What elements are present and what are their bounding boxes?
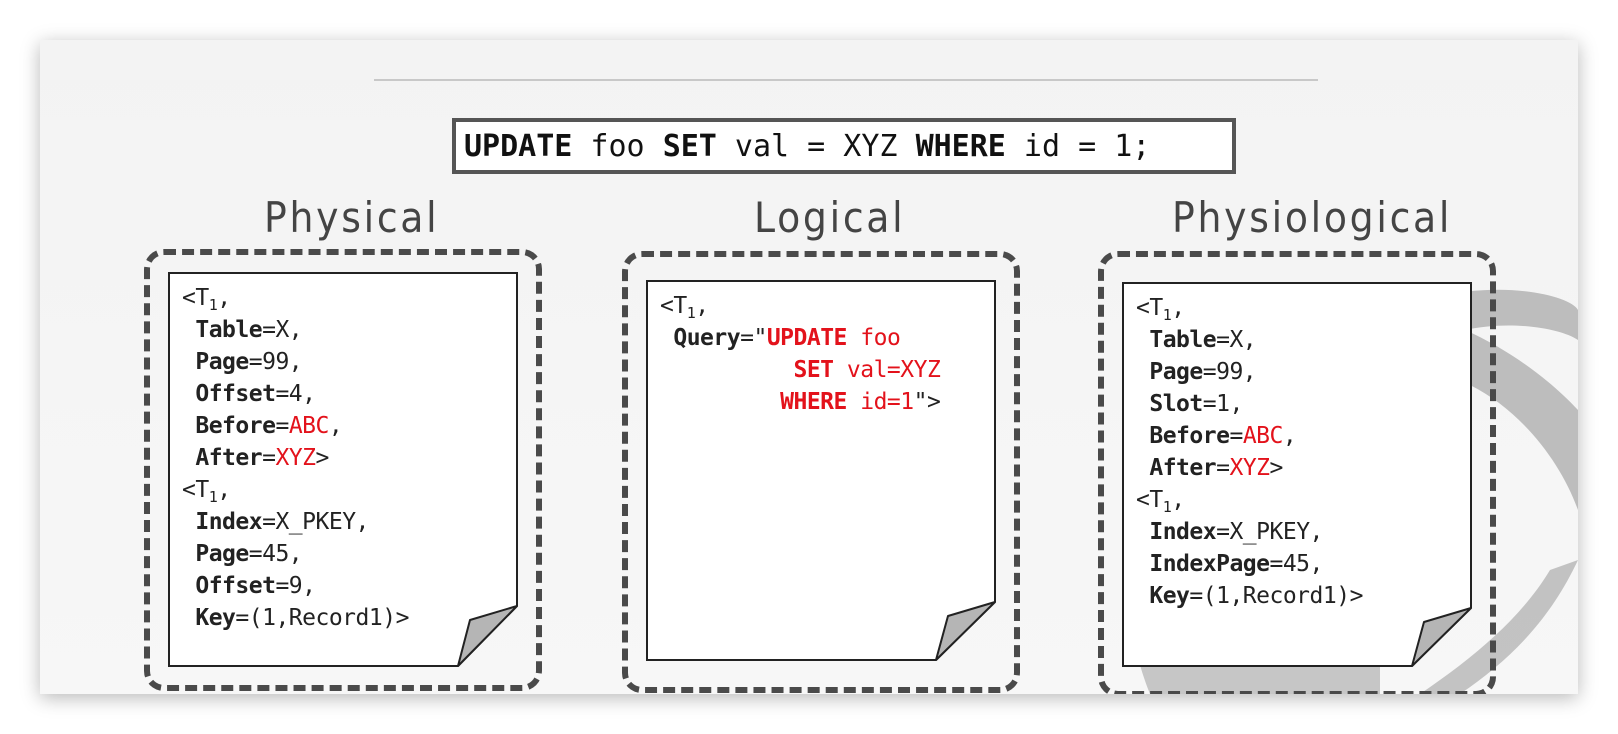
physiological-log-record: <T1, Table=X, Page=99, Slot=1, Before=AB… bbox=[1136, 295, 1363, 609]
heading-logical: Logical bbox=[754, 193, 906, 242]
sql-keyword-where: WHERE bbox=[915, 128, 1006, 164]
logical-log-page: <T1, Query="UPDATE foo SET val=XYZ WHERE… bbox=[646, 280, 998, 662]
sql-keyword-update: UPDATE bbox=[464, 128, 573, 164]
heading-physiological: Physiological bbox=[1172, 193, 1453, 242]
sql-statement-box: UPDATE foo SET val = XYZ WHERE id = 1; bbox=[452, 118, 1236, 174]
physical-log-page: <T1, Table=X, Page=99, Offset=4, Before=… bbox=[168, 272, 520, 668]
sql-assignment: val = XYZ bbox=[716, 128, 916, 164]
heading-physical: Physical bbox=[264, 193, 440, 242]
physiological-log-page: <T1, Table=X, Page=99, Slot=1, Before=AB… bbox=[1122, 282, 1474, 668]
sql-table: foo bbox=[572, 128, 663, 164]
sql-condition: id = 1; bbox=[1005, 128, 1151, 164]
logical-log-record: <T1, Query="UPDATE foo SET val=XYZ WHERE… bbox=[660, 293, 941, 415]
physical-log-record: <T1, Table=X, Page=99, Offset=4, Before=… bbox=[182, 285, 409, 631]
sql-keyword-set: SET bbox=[662, 128, 717, 164]
slide: UPDATE foo SET val = XYZ WHERE id = 1; P… bbox=[40, 40, 1578, 694]
